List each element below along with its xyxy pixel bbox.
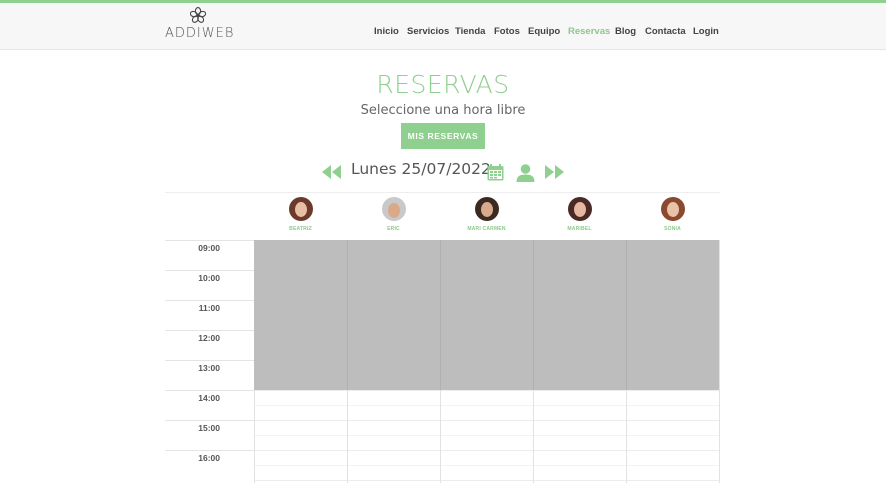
double-chevron-left-icon[interactable] xyxy=(322,165,342,179)
site-header: ADDIWEB Inicio Servicios Tienda Fotos Eq… xyxy=(0,3,886,50)
grid-line xyxy=(533,240,534,390)
nav-item-equipo[interactable]: Equipo xyxy=(528,26,560,37)
nav-item-servicios[interactable]: Servicios xyxy=(407,26,449,37)
nav-item-tienda[interactable]: Tienda xyxy=(455,26,485,37)
staff-name: MARIBEL xyxy=(567,226,592,232)
user-icon[interactable] xyxy=(516,164,535,182)
time-slot-label: 13:00 xyxy=(165,360,254,390)
booking-grid: 09:00 10:00 11:00 12:00 13:00 14:00 15:0… xyxy=(165,240,720,483)
page-title: RESERVAS xyxy=(376,70,510,99)
staff-name: BEATRIZ xyxy=(289,226,312,232)
staff-sonia[interactable]: SONIA xyxy=(626,197,719,232)
staff-header: BEATRIZ ERIC MARI CARMEN MARIBEL SONIA xyxy=(165,192,720,240)
flower-icon xyxy=(190,7,206,23)
time-slot-label: 12:00 xyxy=(165,330,254,360)
nav-item-blog[interactable]: Blog xyxy=(615,26,636,37)
page-subtitle: Seleccione una hora libre xyxy=(360,103,526,118)
grid-line xyxy=(347,240,348,390)
time-slot-label: 15:00 xyxy=(165,420,254,450)
avatar xyxy=(567,197,592,221)
staff-mari-carmen[interactable]: MARI CARMEN xyxy=(440,197,533,232)
grid-line xyxy=(440,240,441,390)
avatar xyxy=(288,197,313,221)
grid-line xyxy=(626,240,627,390)
time-slot-label: 09:00 xyxy=(165,240,254,270)
nav-item-login[interactable]: Login xyxy=(693,26,719,37)
staff-name: MARI CARMEN xyxy=(467,226,506,232)
staff-name: ERIC xyxy=(387,226,400,232)
nav-item-contacta[interactable]: Contacta xyxy=(645,26,686,37)
time-slot-label: 11:00 xyxy=(165,300,254,330)
staff-maribel[interactable]: MARIBEL xyxy=(533,197,626,232)
avatar xyxy=(474,197,499,221)
calendar-icon[interactable] xyxy=(487,164,504,181)
logo[interactable]: ADDIWEB xyxy=(165,7,235,41)
time-slot-label: 16:00 xyxy=(165,450,254,480)
staff-eric[interactable]: ERIC xyxy=(347,197,440,232)
nav-item-inicio[interactable]: Inicio xyxy=(374,26,399,37)
time-slot-label: 14:00 xyxy=(165,390,254,420)
my-bookings-button[interactable]: MIS RESERVAS xyxy=(401,123,485,149)
staff-name: SONIA xyxy=(664,226,681,232)
staff-beatriz[interactable]: BEATRIZ xyxy=(254,197,347,232)
current-date: Lunes 25/07/2022 xyxy=(351,160,491,178)
unavailable-block xyxy=(254,240,719,390)
date-navigator: Lunes 25/07/2022 xyxy=(0,158,886,186)
time-slot-label: 10:00 xyxy=(165,270,254,300)
nav-item-fotos[interactable]: Fotos xyxy=(494,26,520,37)
time-column: 09:00 10:00 11:00 12:00 13:00 14:00 15:0… xyxy=(165,240,254,483)
double-chevron-right-icon[interactable] xyxy=(545,165,565,179)
logo-text: ADDIWEB xyxy=(165,26,235,41)
avatar xyxy=(660,197,685,221)
avatar xyxy=(381,197,406,221)
nav-item-reservas[interactable]: Reservas xyxy=(568,26,610,37)
